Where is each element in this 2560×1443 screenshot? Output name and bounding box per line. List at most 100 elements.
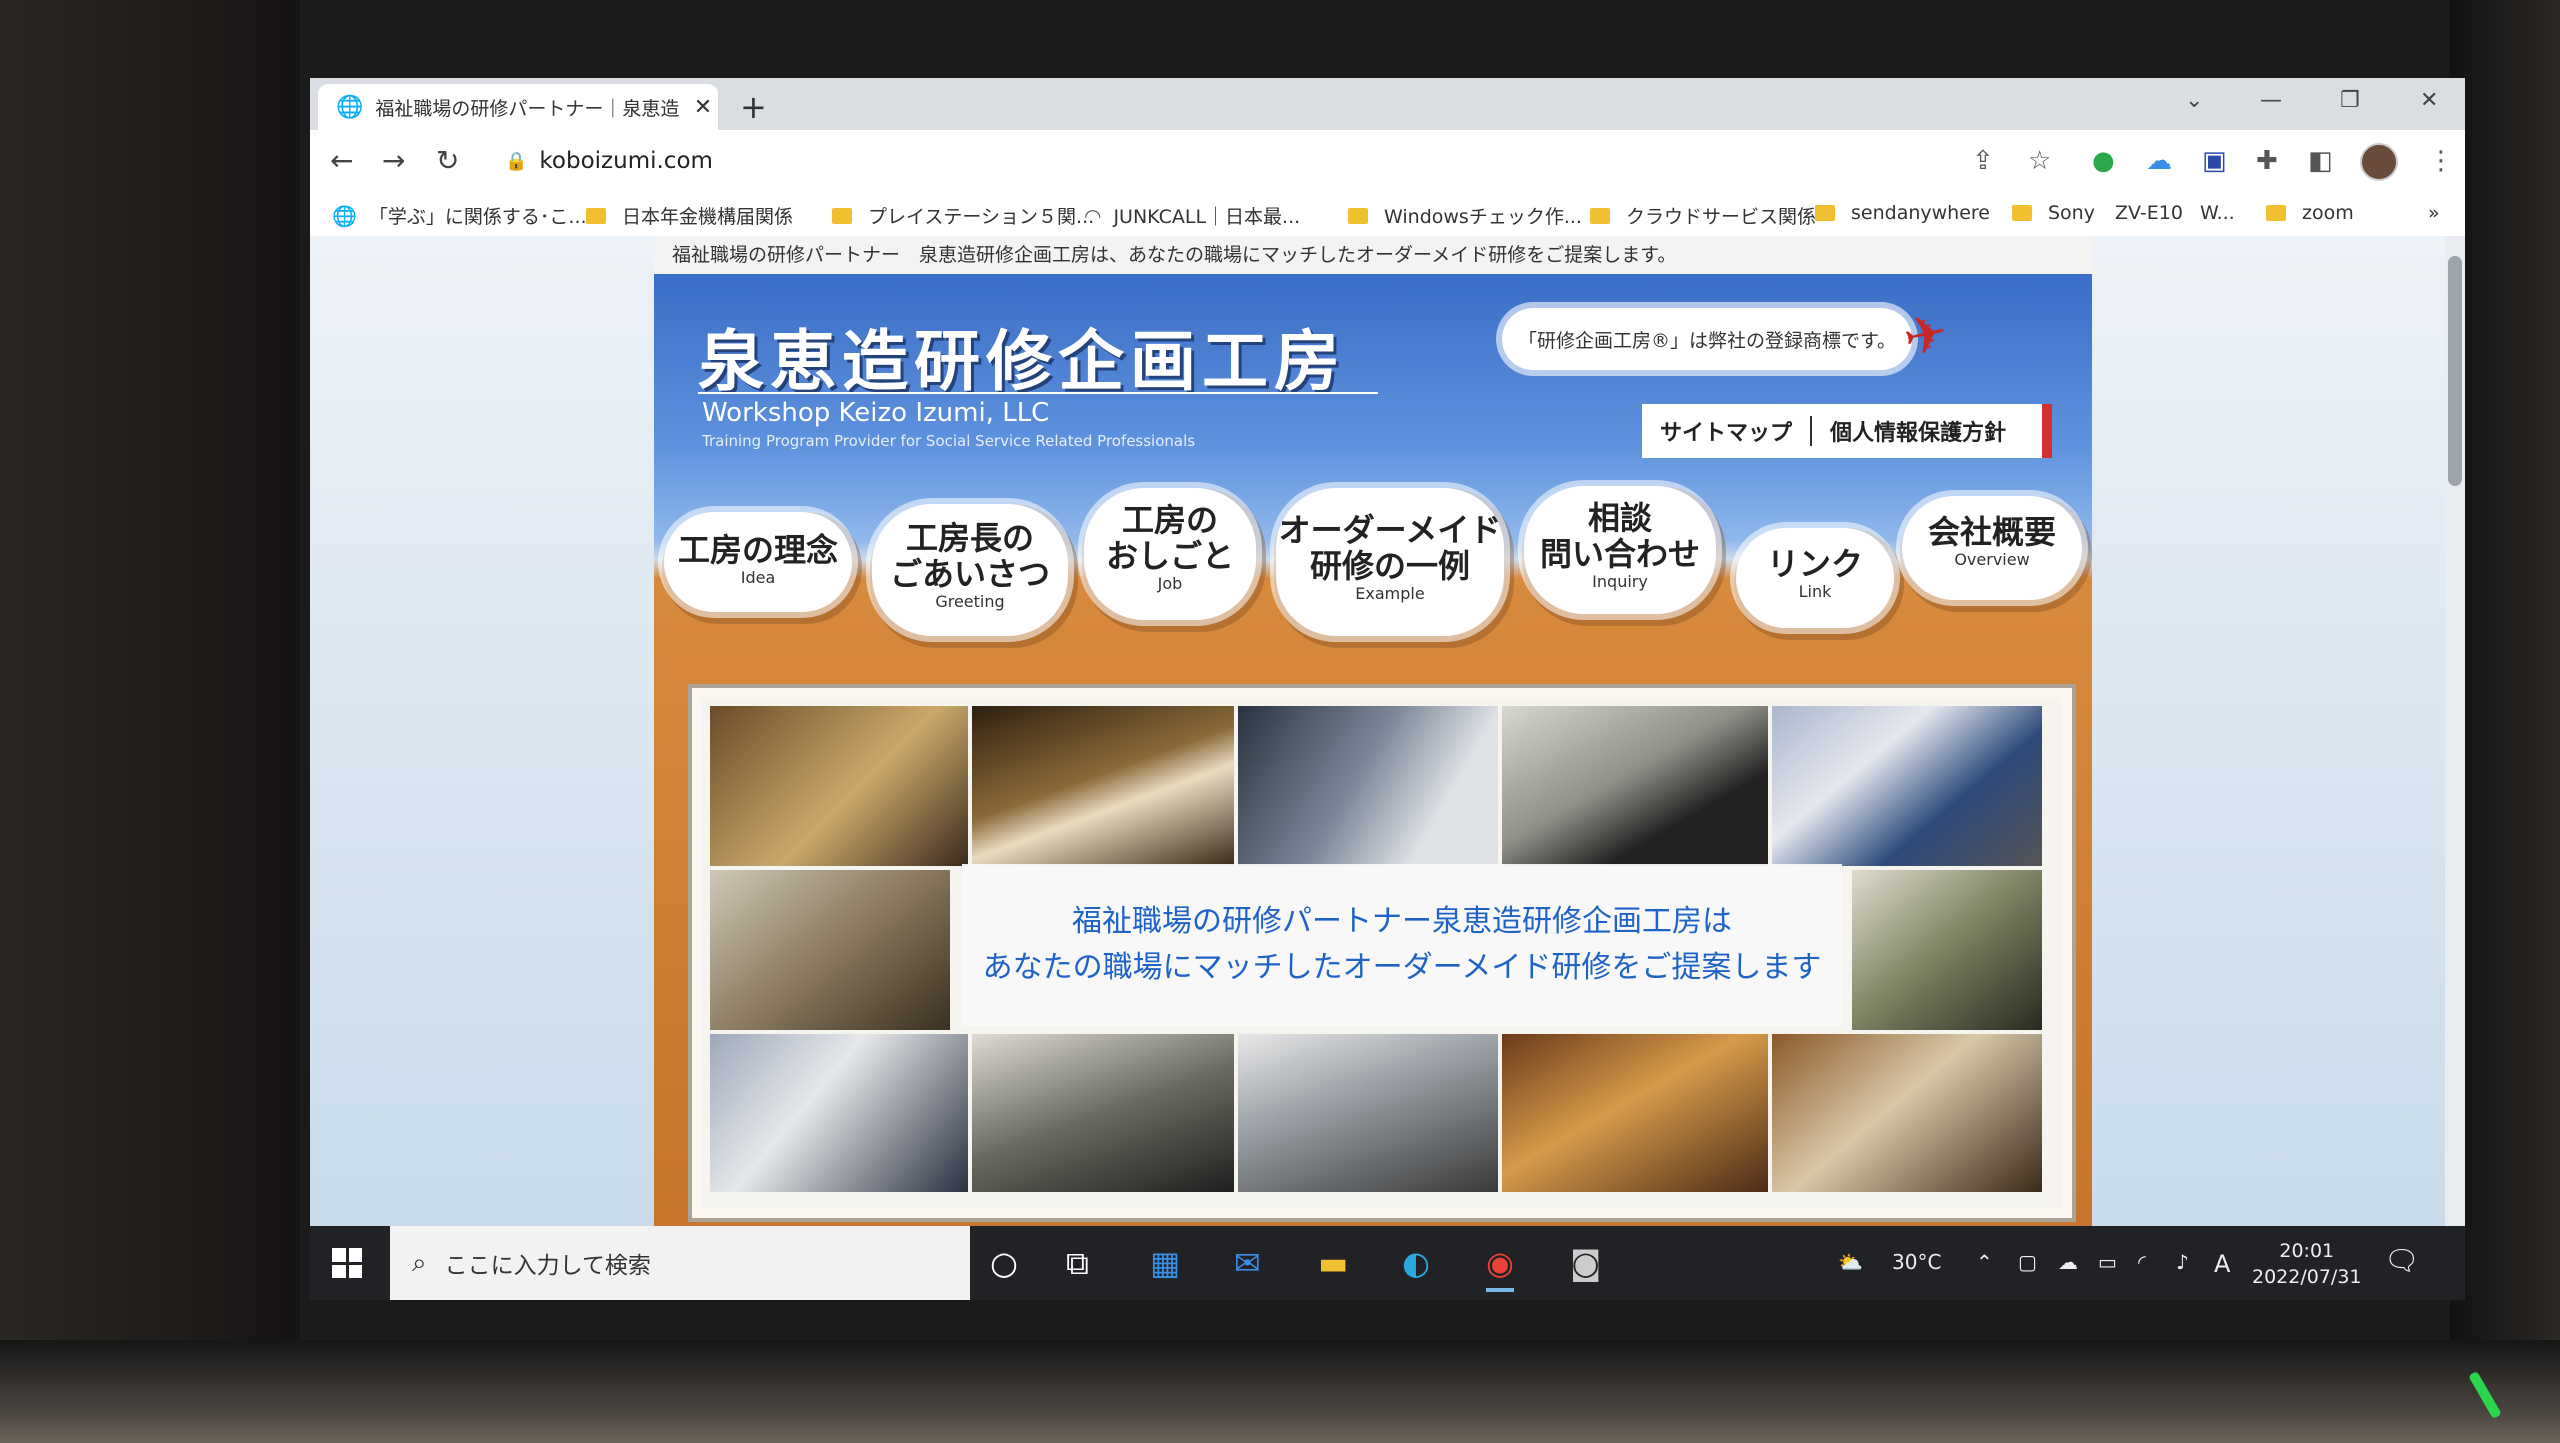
bookmark-item[interactable]: クラウドサービス関係 (1590, 202, 1816, 229)
search-icon: ⌕ (412, 1247, 427, 1278)
onedrive-tray-icon[interactable]: ☁ (2058, 1250, 2078, 1274)
extension-icon[interactable]: ▣ (2202, 146, 2227, 176)
banner-line-1: 福祉職場の研修パートナー泉恵造研修企画工房は (1072, 904, 1732, 939)
bookmark-item[interactable]: W... (2200, 202, 2235, 224)
privacy-policy-link[interactable]: 個人情報保護方針 (1812, 415, 2024, 447)
monitor-bezel-left (0, 0, 300, 1443)
weather-icon[interactable]: ⛅ (1838, 1250, 1863, 1274)
volume-icon[interactable]: ♪ (2176, 1250, 2189, 1274)
logo-subtitle: Training Program Provider for Social Ser… (702, 432, 1196, 450)
ime-indicator[interactable]: A (2214, 1250, 2230, 1278)
nav-example[interactable]: オーダーメイド 研修の一例 Example (1276, 488, 1504, 636)
bookmark-item[interactable]: ZV-E10 (2115, 202, 2183, 224)
training-photo (972, 1034, 1234, 1192)
restore-button[interactable]: ❐ (2340, 88, 2360, 113)
bookmark-item[interactable]: zoom (2266, 202, 2354, 224)
back-button[interactable]: ← (330, 144, 353, 177)
folder-icon (832, 207, 852, 224)
nav-idea[interactable]: 工房の理念 Idea (664, 512, 852, 612)
mail-icon[interactable]: ✉ (1234, 1244, 1261, 1282)
training-photo (1502, 706, 1768, 866)
logo-divider (698, 392, 1378, 394)
bookmarks-more-button[interactable]: » (2428, 202, 2440, 224)
bookmark-item[interactable]: Sony (2012, 202, 2095, 224)
tab-close-icon[interactable]: ✕ (688, 95, 718, 120)
nav-greeting[interactable]: 工房長の ごあいさつ Greeting (872, 504, 1068, 636)
bookmark-item[interactable]: 🌐 「学ぶ」に関係する･こ... (332, 202, 587, 229)
hero-banner: 福祉職場の研修パートナー泉恵造研修企画工房は あなたの職場にマッチしたオーダーメ… (962, 864, 1842, 1026)
star-icon[interactable]: ☆ (2028, 146, 2051, 176)
screen: 🌐 福祉職場の研修パートナー｜泉恵造 ✕ + ⌄ — ❐ ✕ ← → ↻ 🔒 k… (310, 78, 2465, 1300)
task-view-icon[interactable]: ⧉ (1066, 1244, 1089, 1283)
utility-links: サイトマップ 個人情報保護方針 (1642, 404, 2052, 458)
browser-tab[interactable]: 🌐 福祉職場の研修パートナー｜泉恵造 ✕ (318, 84, 718, 130)
onedrive-icon[interactable]: ☁ (2146, 146, 2172, 176)
bookmarks-bar: 🌐 「学ぶ」に関係する･こ... 日本年金機構届関係 プレイステーション５関...… (310, 192, 2465, 237)
main-nav: 工房の理念 Idea 工房長の ごあいさつ Greeting 工房の おしごと … (654, 474, 2092, 644)
puzzle-icon[interactable]: ✚ (2256, 146, 2278, 176)
taskbar-search[interactable]: ⌕ ここに入力して検索 (390, 1226, 970, 1300)
meet-icon[interactable]: ▢ (2018, 1250, 2037, 1274)
folder-icon (2012, 205, 2032, 221)
site-logo[interactable]: 泉恵造研修企画工房 (698, 308, 1346, 404)
nav-inquiry[interactable]: 相談 問い合わせ Inquiry (1524, 486, 1716, 614)
chrome-icon[interactable]: ◉ (1486, 1244, 1514, 1292)
avatar[interactable] (2360, 143, 2398, 181)
forward-button[interactable]: → (382, 144, 405, 177)
share-icon[interactable]: ⇪ (1972, 146, 1994, 176)
website: 福祉職場の研修パートナー 泉恵造研修企画工房は、あなたの職場にマッチしたオーダー… (654, 236, 2092, 1226)
cortana-icon[interactable]: ○ (990, 1244, 1018, 1282)
folder-icon (1590, 207, 1610, 224)
scrollbar-thumb[interactable] (2448, 256, 2462, 486)
wifi-icon[interactable]: ◜ (2138, 1250, 2146, 1274)
notification-icon[interactable]: 🗨 (2384, 1244, 2420, 1277)
training-photo (1772, 706, 2042, 866)
minimize-button[interactable]: — (2260, 88, 2282, 113)
folder-icon (1815, 205, 1835, 221)
taskbar: ⌕ ここに入力して検索 ○ ⧉ ▦ ✉ ▬ ◐ ◉ ◙ ⛅ 30°C ⌃ ▢ ☁… (310, 1226, 2465, 1300)
nav-overview[interactable]: 会社概要 Overview (1902, 496, 2082, 600)
globe-icon: 🌐 (336, 94, 364, 120)
camera-icon[interactable]: ◙ (1570, 1244, 1601, 1282)
bookmark-item[interactable]: プレイステーション５関... (832, 202, 1094, 229)
monitor-bezel-right (2450, 0, 2560, 1443)
training-photo (1772, 1034, 2042, 1192)
windows-start-icon[interactable] (332, 1248, 362, 1278)
training-photo (1238, 706, 1498, 866)
photo-collage: 福祉職場の研修パートナー泉恵造研修企画工房は あなたの職場にマッチしたオーダーメ… (692, 688, 2072, 1218)
bookmark-item[interactable]: ◠ JUNKCALL｜日本最... (1084, 202, 1300, 229)
folder-icon (2266, 205, 2286, 221)
training-photo (972, 706, 1234, 866)
edge-icon[interactable]: ◐ (1402, 1244, 1430, 1282)
file-explorer-icon[interactable]: ▬ (1318, 1244, 1348, 1282)
tab-title: 福祉職場の研修パートナー｜泉恵造 (375, 97, 680, 120)
nav-link[interactable]: リンク Link (1736, 528, 1894, 628)
sidepanel-icon[interactable]: ◧ (2308, 146, 2333, 176)
training-photo (1852, 870, 2042, 1030)
weather-temp[interactable]: 30°C (1892, 1250, 1941, 1274)
clock-date: 2022/07/31 (2252, 1266, 2362, 1288)
reload-button[interactable]: ↻ (436, 144, 459, 177)
folder-icon (586, 207, 606, 224)
logo-english: Workshop Keizo Izumi, LLC (702, 398, 1050, 428)
extension-green-icon[interactable]: ● (2092, 146, 2115, 176)
new-tab-button[interactable]: + (740, 88, 767, 126)
menu-icon[interactable]: ⋮ (2428, 146, 2454, 176)
training-photo (710, 706, 968, 866)
chevron-up-icon[interactable]: ⌃ (1976, 1250, 1993, 1274)
nav-job[interactable]: 工房の おしごと Job (1084, 488, 1256, 620)
bookmark-item[interactable]: Windowsチェック作... (1348, 202, 1582, 229)
close-window-button[interactable]: ✕ (2420, 88, 2438, 113)
sitemap-link[interactable]: サイトマップ (1642, 415, 1810, 447)
tab-bar: 🌐 福祉職場の研修パートナー｜泉恵造 ✕ + ⌄ — ❐ ✕ (310, 78, 2465, 130)
bookmark-item[interactable]: sendanywhere (1815, 202, 1990, 224)
clock[interactable]: 20:01 2022/07/31 (2252, 1238, 2362, 1290)
bookmark-item[interactable]: 日本年金機構届関係 (586, 202, 793, 229)
store-icon[interactable]: ▦ (1150, 1244, 1180, 1282)
folder-icon (1348, 207, 1368, 224)
tab-search-icon[interactable]: ⌄ (2185, 88, 2203, 113)
scrollbar[interactable] (2445, 236, 2465, 1226)
site-icon: ◠ (1084, 203, 1102, 228)
battery-icon[interactable]: ▭ (2098, 1250, 2117, 1274)
intro-text: 福祉職場の研修パートナー 泉恵造研修企画工房は、あなたの職場にマッチしたオーダー… (654, 236, 2092, 274)
